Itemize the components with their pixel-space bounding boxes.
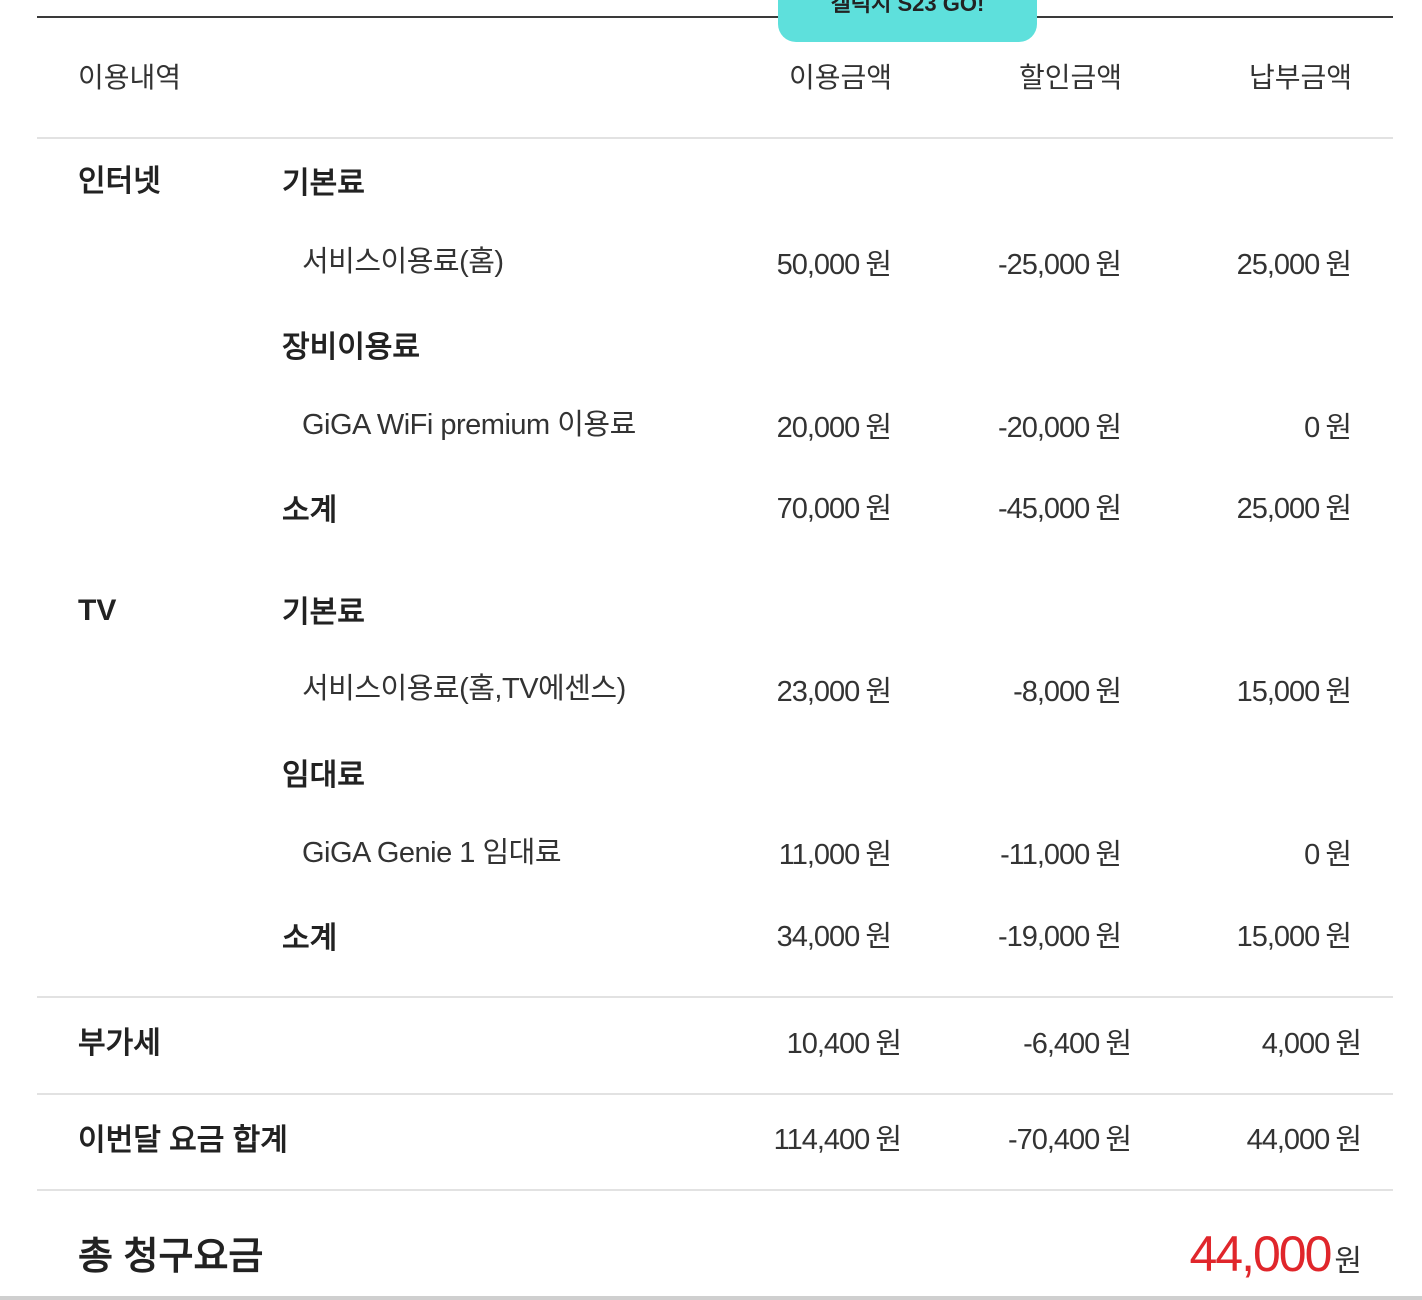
group-tv-rental-fee: 임대료 [282, 759, 365, 792]
header-usage: 이용내역 [78, 62, 182, 93]
group-tv-basic-fee: 기본료 [282, 596, 365, 629]
internet-service-fee-discount: -25,000 원 [997, 249, 1122, 281]
vat-discount: -6,400 원 [1023, 1028, 1132, 1060]
giga-wifi-amount: 20,000 원 [776, 412, 892, 444]
item-internet-service-fee: 서비스이용료(홈) [302, 246, 504, 278]
vat-amount: 10,400 원 [786, 1028, 902, 1060]
header-divider [37, 137, 1393, 139]
item-giga-wifi-premium: GiGA WiFi premium 이용료 [302, 409, 636, 441]
internet-subtotal-amount: 70,000 원 [776, 493, 892, 525]
tv-subtotal-payment: 15,000 원 [1236, 921, 1352, 953]
giga-genie-discount: -11,000 원 [1000, 839, 1122, 871]
tv-subtotal-label: 소계 [282, 922, 338, 955]
category-internet: 인터넷 [78, 165, 161, 198]
monthly-total-divider [37, 1189, 1393, 1191]
giga-genie-payment: 0원 [1304, 839, 1352, 871]
tv-service-fee-payment: 15,000 원 [1236, 676, 1352, 708]
internet-subtotal-discount: -45,000 원 [997, 493, 1122, 525]
giga-genie-amount: 11,000 원 [778, 839, 892, 871]
header-amount: 이용금액 [788, 62, 892, 93]
item-giga-genie-rental: GiGA Genie 1 임대료 [302, 837, 562, 869]
vat-payment: 4,000 원 [1261, 1028, 1362, 1060]
monthly-total-amount: 114,400 원 [773, 1124, 902, 1156]
header-discount: 할인금액 [1018, 62, 1122, 93]
internet-service-fee-amount: 50,000 원 [776, 249, 892, 281]
grand-total-label: 총 청구요금 [78, 1236, 264, 1278]
category-tv: TV [78, 594, 117, 627]
promo-label: 갤럭시 S23 GO! [830, 0, 985, 16]
internet-subtotal-label: 소계 [282, 494, 338, 527]
tv-service-fee-discount: -8,000 원 [1013, 676, 1122, 708]
monthly-total-label: 이번달 요금 합계 [78, 1124, 288, 1157]
internet-service-fee-payment: 25,000 원 [1236, 249, 1352, 281]
tv-service-fee-amount: 23,000 원 [776, 676, 892, 708]
giga-wifi-discount: -20,000 원 [997, 412, 1122, 444]
grand-total-value: 44,000 원 [1189, 1226, 1362, 1295]
bottom-edge [0, 1296, 1422, 1300]
group-internet-equipment-fee: 장비이용료 [282, 331, 420, 364]
item-tv-service-fee: 서비스이용료(홈,TV에센스) [302, 673, 626, 705]
vat-divider [37, 1093, 1393, 1095]
top-border [37, 16, 1393, 18]
giga-wifi-payment: 0원 [1304, 412, 1352, 444]
tv-subtotal-amount: 34,000 원 [776, 921, 892, 953]
detail-divider [37, 996, 1393, 998]
header-payment: 납부금액 [1248, 62, 1352, 93]
monthly-total-discount: -70,400 원 [1007, 1124, 1132, 1156]
vat-label: 부가세 [78, 1027, 161, 1060]
promo-tab[interactable]: 갤럭시 S23 GO! [778, 0, 1037, 42]
monthly-total-payment: 44,000 원 [1246, 1124, 1362, 1156]
grand-total-amount: 44,000 [1189, 1226, 1332, 1282]
grand-total-unit: 원 [1334, 1245, 1362, 1278]
tv-subtotal-discount: -19,000 원 [997, 921, 1122, 953]
group-internet-basic-fee: 기본료 [282, 167, 365, 200]
internet-subtotal-payment: 25,000 원 [1236, 493, 1352, 525]
